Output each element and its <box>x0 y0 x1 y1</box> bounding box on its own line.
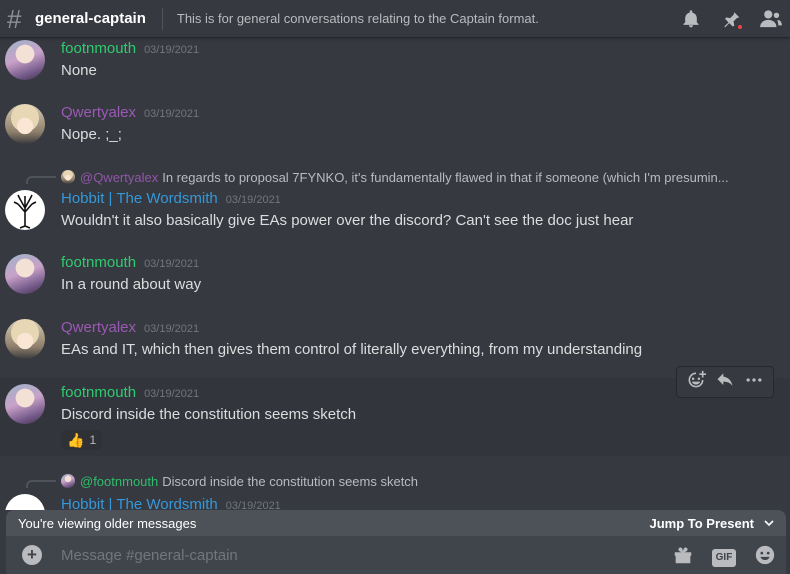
timestamp: 03/19/2021 <box>144 258 200 270</box>
timestamp: 03/19/2021 <box>144 388 200 400</box>
timestamp: 03/19/2021 <box>144 108 200 120</box>
message[interactable]: Qwertyalex 03/19/2021 EAs and IT, which t… <box>0 313 790 373</box>
reaction-thumbs-up[interactable]: 👍 1 <box>61 430 103 450</box>
header-toolbar <box>678 6 784 32</box>
author-name[interactable]: footnmouth <box>61 40 136 57</box>
tree-icon <box>13 194 37 229</box>
more-icon[interactable] <box>744 370 764 395</box>
members-icon[interactable] <box>758 6 784 32</box>
reply-avatar <box>61 170 75 184</box>
reply-author[interactable]: @footnmouth <box>80 474 158 489</box>
author-name[interactable]: Qwertyalex <box>61 104 136 121</box>
message-input[interactable]: Message #general-captain <box>61 547 238 564</box>
message-text: Wouldn't it also basically give EAs powe… <box>61 212 634 229</box>
message-header: footnmouth 03/19/2021 <box>61 40 199 57</box>
plus-icon[interactable]: + <box>22 545 42 565</box>
reply-preview[interactable]: @Qwertyalex In regards to proposal 7FYNK… <box>61 168 729 186</box>
jump-to-present-button[interactable]: Jump To Present <box>649 516 774 531</box>
avatar[interactable] <box>5 40 45 80</box>
message-text: In a round about way <box>61 276 202 293</box>
timestamp: 03/19/2021 <box>144 44 200 56</box>
message[interactable]: footnmouth 03/19/2021 Discord inside the … <box>0 378 790 456</box>
message-header: footnmouth 03/19/2021 <box>61 254 199 271</box>
message[interactable]: @Qwertyalex In regards to proposal 7FYNK… <box>0 166 790 240</box>
message-text: Discord inside the constitution seems sk… <box>61 406 357 423</box>
reply-text[interactable]: In regards to proposal 7FYNKO, it's fund… <box>162 170 728 185</box>
message-header: Hobbit | The Wordsmith 03/19/2021 <box>61 496 281 510</box>
reply-avatar <box>61 474 75 488</box>
pin-notification-dot <box>736 23 744 31</box>
timestamp: 03/19/2021 <box>144 323 200 335</box>
avatar[interactable] <box>5 384 45 424</box>
older-messages-text: You're viewing older messages <box>18 515 197 531</box>
message-text: EAs and IT, which then gives them contro… <box>61 341 643 358</box>
message-header: Qwertyalex 03/19/2021 <box>61 319 199 336</box>
message[interactable]: @footnmouth Discord inside the constitut… <box>0 470 790 510</box>
pin-icon[interactable] <box>718 6 744 32</box>
gift-icon[interactable] <box>672 544 694 571</box>
jump-label: Jump To Present <box>649 515 754 531</box>
reply-author[interactable]: @Qwertyalex <box>80 170 158 185</box>
avatar[interactable] <box>5 319 45 359</box>
chevron-down-icon <box>764 520 774 527</box>
header-divider <box>161 7 163 30</box>
author-name[interactable]: Qwertyalex <box>61 319 136 336</box>
reply-icon[interactable] <box>715 370 735 395</box>
avatar[interactable] <box>5 190 45 230</box>
message-actions <box>676 366 774 398</box>
thumbs-up-icon: 👍 <box>67 432 85 448</box>
message-text: None <box>61 62 97 79</box>
message-header: Hobbit | The Wordsmith 03/19/2021 <box>61 190 281 207</box>
add-reaction-icon[interactable] <box>686 370 706 395</box>
message-text: Nope. ;_; <box>61 126 122 143</box>
message-header: Qwertyalex 03/19/2021 <box>61 104 199 121</box>
reply-spine <box>26 176 56 184</box>
message-header: footnmouth 03/19/2021 <box>61 384 199 401</box>
bell-icon[interactable] <box>678 6 704 32</box>
reaction-count: 1 <box>89 433 97 447</box>
avatar[interactable] <box>5 494 45 510</box>
reply-text[interactable]: Discord inside the constitution seems sk… <box>162 474 418 489</box>
channel-topic[interactable]: This is for general conversations relati… <box>177 11 539 26</box>
author-name[interactable]: footnmouth <box>61 384 136 401</box>
author-name[interactable]: Hobbit | The Wordsmith <box>61 496 218 510</box>
gif-icon[interactable]: GIF <box>712 548 736 567</box>
message[interactable]: footnmouth 03/19/2021 None <box>0 38 790 90</box>
hash-icon: # <box>7 3 22 34</box>
message[interactable]: Qwertyalex 03/19/2021 Nope. ;_; <box>0 98 790 158</box>
message-list[interactable]: footnmouth 03/19/2021 None Qwertyalex 03/1… <box>0 38 790 510</box>
message-composer[interactable]: + Message #general-captain GIF <box>6 536 786 574</box>
timestamp: 03/19/2021 <box>225 194 281 206</box>
avatar[interactable] <box>5 104 45 144</box>
channel-name: general-captain <box>35 10 146 27</box>
timestamp: 03/19/2021 <box>225 500 281 510</box>
reply-spine <box>26 480 56 488</box>
channel-header: # general-captain This is for general co… <box>0 0 790 38</box>
message[interactable]: footnmouth 03/19/2021 In a round about wa… <box>0 248 790 308</box>
reply-preview[interactable]: @footnmouth Discord inside the constitut… <box>61 472 418 490</box>
avatar[interactable] <box>5 254 45 294</box>
author-name[interactable]: Hobbit | The Wordsmith <box>61 190 218 207</box>
older-messages-bar[interactable]: You're viewing older messages Jump To Pr… <box>6 510 786 536</box>
author-name[interactable]: footnmouth <box>61 254 136 271</box>
emoji-icon[interactable] <box>754 544 776 571</box>
composer-buttons: GIF <box>672 544 776 571</box>
